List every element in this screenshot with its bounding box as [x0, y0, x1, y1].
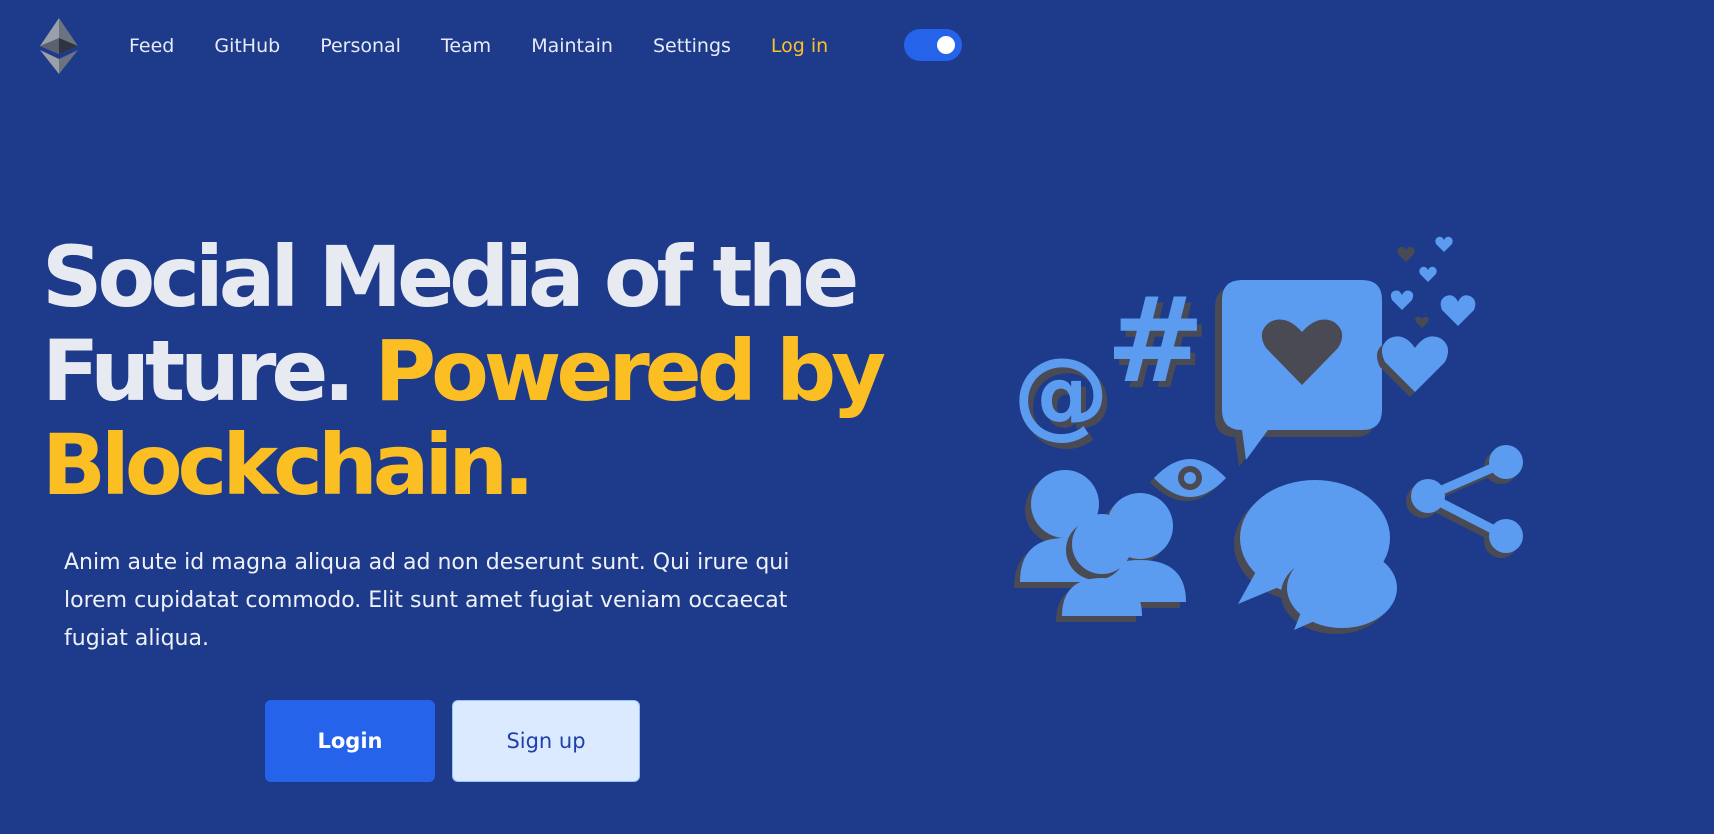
chat-bubbles-icon [1234, 480, 1397, 634]
signup-button[interactable]: Sign up [452, 700, 640, 782]
at-sign-icon-front: @ [1013, 337, 1109, 449]
nav-link-login[interactable]: Log in [771, 35, 828, 57]
social-media-illustration: @ @ # # [1013, 236, 1523, 634]
eye-icon [1150, 459, 1226, 501]
heart-bubble-icon [1215, 280, 1382, 467]
login-button[interactable]: Login [265, 700, 435, 782]
top-navbar: Feed GitHub Personal Team Maintain Setti… [0, 0, 1714, 96]
ethereum-logo-icon[interactable] [40, 18, 78, 74]
nav-link-feed[interactable]: Feed [129, 35, 174, 57]
toggle-knob [937, 36, 955, 54]
nav-links: Feed GitHub Personal Team Maintain Setti… [129, 35, 868, 57]
share-icon [1406, 445, 1523, 558]
nav-link-maintain[interactable]: Maintain [531, 35, 613, 57]
nav-link-settings[interactable]: Settings [653, 35, 731, 57]
hash-sign-icon-front: # [1106, 271, 1205, 409]
nav-link-github[interactable]: GitHub [214, 35, 280, 57]
nav-link-personal[interactable]: Personal [320, 35, 401, 57]
hero-subtitle: Anim aute id magna aliqua ad ad non dese… [64, 550, 790, 651]
hero-title: Social Media of the Future. Powered by B… [42, 230, 902, 512]
theme-toggle[interactable] [904, 29, 962, 61]
nav-link-team[interactable]: Team [441, 35, 491, 57]
people-icon [1014, 470, 1186, 622]
hearts-icon [1376, 236, 1476, 397]
